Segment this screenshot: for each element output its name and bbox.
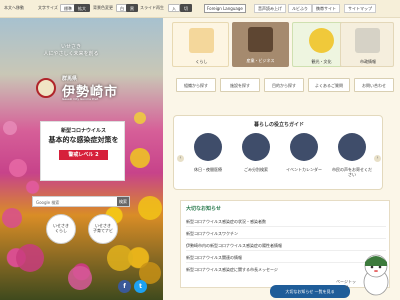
twitter-icon[interactable]: t <box>134 280 147 293</box>
sunflower-icon <box>309 28 334 53</box>
trash-icon <box>242 133 270 161</box>
briefcase-icon <box>248 27 273 52</box>
kurashi-bubble-button[interactable]: いせさき くらし <box>46 214 76 244</box>
font-large-button[interactable]: 拡大 <box>74 4 90 12</box>
divider <box>186 262 386 263</box>
house-icon <box>189 28 214 53</box>
hero-tagline: いせさき 人にやさしく未来を創る <box>36 44 106 58</box>
guide-item-voice-label: 市民の声をお寄せください <box>332 167 372 177</box>
facebook-icon[interactable]: f <box>118 280 131 293</box>
tagline-line-2: 人にやさしく未来を創る <box>43 51 99 57</box>
tile-kurashi[interactable]: くらし <box>172 22 229 67</box>
guide-item-events[interactable]: イベントカレンダー <box>284 133 324 172</box>
tile-industry-label: 産業・ビジネス <box>246 58 275 63</box>
news-item[interactable]: 新型コロナウイルス感染症の状況・感染者数 <box>186 219 266 225</box>
news-heading: 大切なお知らせ <box>186 206 221 212</box>
search-purpose-button[interactable]: 目的から探す <box>264 78 304 92</box>
tile-kurashi-label: くらし <box>195 59 208 64</box>
news-item[interactable]: 新型コロナウイルス関連の情報 <box>186 255 242 261</box>
skip-link[interactable]: 本文へ移動 <box>4 5 24 11</box>
guide-item-garbage-label: ごみ分別検索 <box>244 167 268 172</box>
guide-item-events-label: イベントカレンダー <box>286 167 322 172</box>
kosodate-bubble-button[interactable]: いせさき 子育てナビ <box>88 214 118 244</box>
tile-city-info[interactable]: 市政情報 <box>340 22 394 67</box>
bg-color-label: 背景色変更 <box>93 5 113 10</box>
guide-item-medical[interactable]: 休日・夜間医療 <box>188 133 228 172</box>
top-utility-bar: 本文へ移動 文字サイズ 標準 拡大 背景色変更 白 黒 スライド再生 入 切 F… <box>0 0 400 18</box>
kosodate-bubble-label: いせさき 子育てナビ <box>93 223 113 233</box>
bg-black-button[interactable]: 黒 <box>126 4 138 12</box>
news-item[interactable]: 新型コロナウイルス感染症に関する市長メッセージ <box>186 267 278 273</box>
guide-title: 暮らしの役立ちガイド <box>253 122 304 128</box>
mascot-character-image <box>363 254 389 296</box>
covid-banner[interactable]: 新型コロナウイルス 基本的な感染症対策を 警戒レベル 2 <box>40 121 125 181</box>
voice-link[interactable]: 音声読み上げ <box>254 4 286 13</box>
guide-item-voice[interactable]: 市民の声をお寄せください <box>332 133 372 177</box>
search-input[interactable]: Google 検索 <box>36 200 59 206</box>
search-button[interactable]: 検索 <box>117 197 129 206</box>
sitemap-link[interactable]: サイトマップ <box>344 4 376 13</box>
search-by-org-button[interactable]: 組織から探す <box>176 78 216 92</box>
life-guide-panel: 暮らしの役立ちガイド ‹ 休日・夜間医療 ごみ分別検索 イベントカレンダー 市民… <box>173 115 383 190</box>
slide-on-button[interactable]: 入 <box>168 4 180 12</box>
news-item[interactable]: 伊勢崎市内の新型コロナウイルス感染症の陽性者情報 <box>186 243 282 249</box>
tagline-line-1: いせさき <box>60 44 81 50</box>
search-facility-button[interactable]: 施設を探す <box>220 78 260 92</box>
covid-line-2: 基本的な感染症対策を <box>48 136 119 144</box>
logo-roman: Isesaki City Gunma Pref. <box>62 97 99 101</box>
calendar-icon <box>290 133 318 161</box>
divider <box>186 250 386 251</box>
tile-industry[interactable]: 産業・ビジネス <box>232 22 289 67</box>
guide-item-garbage[interactable]: ごみ分別検索 <box>236 133 276 172</box>
google-search-box[interactable]: Google 検索 検索 <box>32 196 130 207</box>
language-select[interactable]: Foreign Language <box>204 4 246 13</box>
covid-line-1: 新型コロナウイルス <box>60 128 106 134</box>
divider <box>186 226 386 227</box>
faq-button[interactable]: よくあるご質問 <box>308 78 350 92</box>
slide-off-button[interactable]: 切 <box>180 4 192 12</box>
guide-prev-arrow-icon[interactable]: ‹ <box>177 155 184 162</box>
kurashi-bubble-label: いせさき くらし <box>53 223 69 233</box>
tile-city-info-label: 市政情報 <box>360 59 376 64</box>
font-size-label: 文字サイズ <box>38 5 58 10</box>
contact-button[interactable]: お問い合わせ <box>354 78 394 92</box>
guide-next-arrow-icon[interactable]: › <box>374 155 381 162</box>
mobile-link[interactable]: 携帯サイト <box>312 4 340 13</box>
news-item[interactable]: 新型コロナウイルスワクチン <box>186 231 238 237</box>
slide-label: スライド再生 <box>140 5 164 10</box>
guide-item-medical-label: 休日・夜間医療 <box>194 167 222 172</box>
furigana-link[interactable]: ルビふり <box>288 4 312 13</box>
newspaper-icon <box>355 28 380 53</box>
speech-icon <box>338 133 366 161</box>
page-top-link[interactable]: ページトップ <box>335 279 357 290</box>
covid-level-badge[interactable]: 警戒レベル 2 <box>59 150 108 160</box>
city-emblem-icon <box>36 78 56 98</box>
hero-image: いせさき 人にやさしく未来を創る 群馬県 伊勢崎市 Isesaki City G… <box>0 18 163 300</box>
ambulance-icon <box>194 133 222 161</box>
divider <box>186 238 386 239</box>
